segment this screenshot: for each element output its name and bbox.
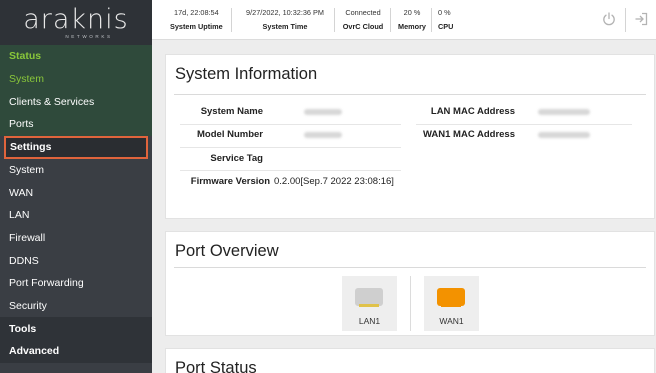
wan1-mac-address-label: WAN1 MAC Address: [422, 129, 515, 140]
firmware-version-value: 0.2.00[Sep.7 2022 23:08:16]: [274, 176, 394, 187]
sidebar-item-label: Firewall: [9, 231, 46, 244]
lan-mac-address-label: LAN MAC Address: [430, 106, 515, 117]
wan1-mac-address-value-redacted: [538, 132, 590, 138]
model-number-value-redacted: [304, 132, 342, 138]
cpu-stat: 0 % CPU: [438, 8, 453, 31]
araknis-logo: araknis NETWORKS: [0, 0, 152, 46]
port-wan1[interactable]: WAN1: [424, 276, 479, 331]
divider: [180, 170, 401, 171]
sidebar-item-label: Clients & Services: [9, 95, 95, 108]
sidebar-item-port-forwarding[interactable]: Port Forwarding: [0, 272, 152, 295]
sidebar-section-tools[interactable]: Tools: [0, 317, 152, 341]
system-time-stat: 9/27/2022, 10:32:36 PM System Time: [237, 8, 333, 31]
logo-subtitle: NETWORKS: [65, 33, 113, 39]
divider: [431, 8, 432, 32]
divider: [174, 94, 646, 95]
sidebar-item-status-system[interactable]: System: [0, 67, 152, 91]
sidebar-item-lan[interactable]: LAN: [0, 204, 152, 227]
divider: [180, 124, 401, 125]
sidebar-item-label: Port Forwarding: [9, 277, 84, 290]
port-overview-card: Port Overview LAN1 WAN1: [165, 231, 655, 336]
uptime-stat: 17d, 22:08:54 System Uptime: [170, 8, 223, 31]
sidebar-section-advanced[interactable]: Advanced: [0, 340, 152, 363]
ovrc-cloud-value: Connected: [345, 8, 381, 17]
port-status-bar: [359, 304, 379, 307]
divider: [625, 8, 626, 32]
system-name-value-redacted: [304, 109, 342, 115]
system-time-label: System Time: [262, 22, 308, 31]
sidebar-item-wan[interactable]: WAN: [0, 181, 152, 204]
uptime-label: System Uptime: [170, 22, 223, 31]
system-information-title: System Information: [175, 65, 318, 83]
system-time-value: 9/27/2022, 10:32:36 PM: [246, 8, 324, 17]
status-bar: 17d, 22:08:54 System Uptime 9/27/2022, 1…: [152, 0, 656, 40]
service-tag-label: Service Tag: [210, 153, 263, 164]
model-number-label: Model Number: [197, 129, 263, 140]
cpu-label: CPU: [438, 22, 454, 31]
sidebar-item-label: WAN: [9, 186, 34, 199]
memory-label: Memory: [398, 22, 426, 31]
divider: [390, 8, 391, 32]
divider: [174, 267, 646, 268]
uptime-value: 17d, 22:08:54: [174, 8, 219, 17]
system-information-card: System Information System Name Model Num…: [165, 54, 655, 219]
memory-stat: 20 % Memory: [396, 8, 428, 31]
sidebar-item-label: Advanced: [9, 345, 60, 358]
port-status-bar: [441, 304, 461, 307]
sidebar-item-label: Security: [9, 300, 47, 313]
memory-value: 20 %: [403, 8, 421, 17]
divider: [334, 8, 335, 32]
sidebar-item-ports[interactable]: Ports: [0, 113, 152, 136]
divider: [416, 124, 632, 125]
sidebar-item-label: LAN: [9, 209, 30, 222]
ovrc-cloud-label: OvrC Cloud: [342, 22, 384, 31]
power-icon[interactable]: [600, 11, 618, 29]
sidebar-item-label: Settings: [10, 141, 52, 154]
sidebar-item-label: System: [9, 163, 45, 176]
sidebar-item-label: Tools: [9, 322, 37, 335]
sidebar-item-firewall[interactable]: Firewall: [0, 227, 152, 250]
port-lan1[interactable]: LAN1: [342, 276, 397, 331]
port-status-card: Port Status: [165, 348, 655, 373]
sidebar: araknis NETWORKS Status System Clients &…: [0, 0, 152, 373]
sidebar-item-label: Status: [9, 50, 42, 63]
lan-mac-address-value-redacted: [538, 109, 590, 115]
divider: [410, 276, 411, 331]
divider: [231, 8, 232, 32]
sidebar-section-status[interactable]: Status: [0, 45, 152, 68]
sidebar-section-settings[interactable]: Settings: [4, 136, 148, 159]
cpu-value: 0 %: [438, 8, 451, 17]
system-name-label: System Name: [200, 106, 263, 117]
sidebar-item-label: DDNS: [9, 254, 39, 267]
ovrc-cloud-stat: Connected OvrC Cloud: [340, 8, 386, 31]
port-label: WAN1: [439, 316, 464, 326]
divider: [180, 147, 401, 148]
logo-wordmark: araknis: [23, 3, 129, 35]
port-status-title: Port Status: [175, 359, 257, 373]
sidebar-item-security[interactable]: Security: [0, 295, 152, 318]
sidebar-item-label: Ports: [9, 118, 34, 131]
firmware-version-label: Firmware Version: [190, 176, 270, 187]
port-overview-title: Port Overview: [175, 242, 279, 260]
sidebar-item-clients-services[interactable]: Clients & Services: [0, 90, 152, 114]
sidebar-item-label: System: [9, 73, 45, 86]
sidebar-item-settings-system[interactable]: System: [0, 159, 152, 182]
port-label: LAN1: [358, 316, 381, 326]
sidebar-item-ddns[interactable]: DDNS: [0, 249, 152, 272]
logout-icon[interactable]: [632, 11, 650, 29]
